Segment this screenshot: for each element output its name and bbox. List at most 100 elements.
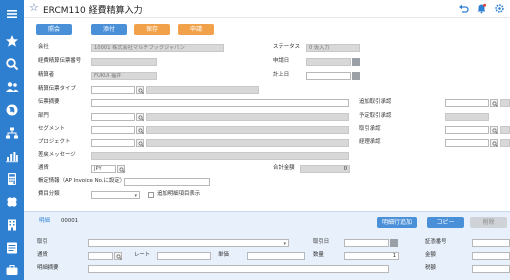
apply-date-field — [306, 58, 351, 66]
post-date-input[interactable] — [306, 72, 351, 80]
project-name — [146, 139, 349, 147]
org-chart-icon[interactable] — [4, 125, 20, 141]
summary-input[interactable] — [91, 99, 349, 107]
desc-input[interactable] — [88, 265, 389, 273]
rate-input[interactable] — [157, 252, 211, 260]
app-header: ☆ ERCM110 経費精算入力 — [24, 0, 510, 18]
acct-approver-name — [500, 139, 510, 147]
apply-date-calendar-icon — [352, 58, 360, 66]
acct-approver-input[interactable] — [445, 139, 489, 147]
document-icon[interactable] — [4, 240, 20, 256]
search-icon[interactable] — [4, 56, 20, 72]
unit-price-input[interactable] — [247, 252, 305, 260]
tax-input[interactable] — [472, 265, 510, 273]
detail-currency-lookup-icon[interactable] — [114, 252, 122, 260]
total-field: 0 — [300, 165, 350, 173]
rate-label: レート — [134, 252, 151, 258]
post-date-label: 計上日 — [273, 72, 290, 78]
voucher-input[interactable] — [472, 239, 510, 247]
qty-label: 数量 — [313, 252, 324, 258]
acct-approver-label: 経理承認 — [359, 139, 381, 145]
add-approver-lookup-icon[interactable] — [490, 99, 498, 107]
project-input[interactable] — [91, 139, 135, 147]
add-detail-checkbox[interactable] — [148, 192, 154, 198]
post-date-calendar-icon[interactable] — [352, 72, 360, 80]
project-lookup-icon[interactable] — [136, 139, 144, 147]
voucher-label: 証憑番号 — [425, 239, 447, 245]
summary-label: 伝票摘要 — [38, 99, 60, 105]
txn-label: 取引 — [37, 239, 48, 245]
txn-date-input[interactable] — [344, 239, 389, 247]
globe-icon[interactable] — [4, 102, 20, 118]
add-row-button[interactable]: 明細行追加 — [377, 217, 417, 228]
bar-chart-icon[interactable] — [4, 148, 20, 164]
hamburger-menu-icon[interactable] — [4, 6, 20, 22]
people-icon[interactable] — [4, 79, 20, 95]
calculator-icon[interactable] — [4, 171, 20, 187]
applicant-field: FUKUI 福井 — [91, 72, 157, 80]
bell-icon[interactable] — [476, 3, 487, 14]
planned-approver-field — [445, 113, 489, 121]
add-approver-name — [500, 99, 510, 107]
currency-lookup-icon[interactable] — [117, 165, 125, 173]
slip-type-name — [146, 86, 259, 94]
desc-label: 明細摘要 — [37, 265, 59, 271]
currency-input[interactable]: JPY — [91, 165, 116, 173]
txn-select[interactable]: ▾ — [88, 239, 289, 247]
reject-msg-field — [91, 152, 349, 160]
copy-button[interactable]: コピー — [427, 217, 464, 228]
unit-price-label: 単価 — [218, 252, 229, 258]
qty-input[interactable]: 1 — [344, 252, 399, 260]
back-arrow-icon[interactable] — [458, 3, 469, 14]
star-icon[interactable] — [4, 33, 20, 49]
invoice-input[interactable] — [124, 178, 210, 186]
reject-msg-label: 差戻メッセージ — [38, 152, 76, 158]
slip-no-field — [91, 58, 157, 66]
txn-approver-input[interactable] — [445, 126, 489, 134]
apply-button[interactable]: 申請 — [178, 24, 214, 35]
company-field: 10001 株式会社マルチブックジャパン — [91, 44, 224, 52]
favorite-star-icon[interactable]: ☆ — [29, 2, 39, 14]
currency-label: 通貨 — [38, 165, 49, 171]
acct-approver-lookup-icon[interactable] — [490, 139, 498, 147]
slip-type-input[interactable] — [91, 86, 135, 94]
detail-currency-label: 通貨 — [37, 252, 48, 258]
tax-label: 税額 — [425, 265, 436, 271]
dept-lookup-icon[interactable] — [136, 113, 144, 121]
project-label: プロジェクト — [38, 139, 71, 145]
segment-label: セグメント — [38, 126, 65, 132]
apply-date-label: 申請日 — [273, 58, 290, 64]
detail-currency-input[interactable] — [88, 252, 113, 260]
settings-icon[interactable] — [494, 3, 505, 14]
save-button[interactable]: 保存 — [134, 24, 170, 35]
add-detail-label: 追加明細項目表示 — [157, 191, 201, 197]
delete-button[interactable]: 削除 — [470, 217, 507, 228]
dept-input[interactable] — [91, 113, 135, 121]
amount-label: 金額 — [425, 252, 436, 258]
cost-class-label: 費目分類 — [38, 191, 60, 197]
detail-tab[interactable]: 明細 — [37, 217, 52, 225]
amount-input[interactable] — [472, 252, 510, 260]
applicant-label: 精算者 — [38, 72, 55, 78]
txn-approver-lookup-icon[interactable] — [490, 126, 498, 134]
detail-panel: 明細 00001 明細行追加 コピー 削除 取引 ▾ 取引日 証憑番号 通貨 レ… — [24, 211, 510, 280]
segment-lookup-icon[interactable] — [136, 126, 144, 134]
briefcase-icon[interactable] — [4, 262, 20, 278]
building-icon[interactable] — [4, 217, 20, 233]
add-approver-label: 追加取引承認 — [359, 99, 392, 105]
slip-type-label: 精算伝票タイプ — [38, 86, 76, 92]
attach-button[interactable]: 添付 — [91, 24, 127, 35]
segment-name — [146, 126, 349, 134]
company-label: 会社 — [38, 44, 49, 50]
chevron-down-icon: ▾ — [283, 241, 286, 247]
chevron-down-icon: ▾ — [134, 193, 137, 199]
add-approver-input[interactable] — [445, 99, 489, 107]
txn-date-label: 取引日 — [313, 239, 330, 245]
slip-type-lookup-icon[interactable] — [136, 86, 144, 94]
clover-icon[interactable] — [4, 194, 20, 210]
txn-date-calendar-icon[interactable] — [390, 239, 398, 247]
dept-name — [146, 113, 349, 121]
cost-class-select[interactable]: ▾ — [91, 191, 140, 199]
view-button[interactable]: 照会 — [36, 24, 72, 35]
segment-input[interactable] — [91, 126, 135, 134]
